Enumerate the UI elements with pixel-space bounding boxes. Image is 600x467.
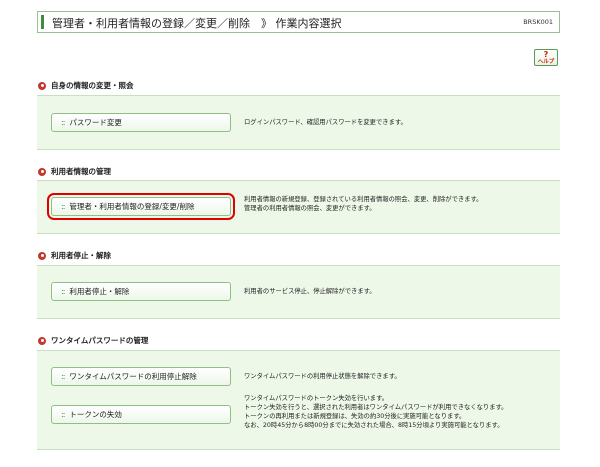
description-line: ワンタイムパスワードのトークン失効を行います。 [244,395,389,402]
page-title: 管理者・利用者情報の登録／変更／削除 》 作業内容選択 [52,17,342,30]
user-register-change-delete-button[interactable]: :: 管理者・利用者情報の登録/変更/削除 [47,193,235,220]
section-heading-user-management: 利用者情報の管理 [38,166,111,177]
help-icon: ? [543,50,549,59]
onetime-password-unlock-button[interactable]: :: ワンタイムパスワードの利用停止解除 [51,367,231,386]
section-panel-user-suspend: :: 利用者停止・解除 利用者のサービス停止、停止解除ができます。 [37,265,560,319]
section-heading-onetime-password: ワンタイムパスワードの管理 [38,335,148,346]
description-line: トークン失効を行うと、選択された利用者はワンタイムパスワードが利用できなくなりま… [244,404,508,411]
description-line: なお、20時45分から8時00分までに失効された場合、8時15分頃より実施可能と… [244,422,504,429]
section-bullet-icon [38,251,46,260]
section-bullet-icon [38,167,46,176]
section-panel-self-info: :: パスワード変更 ログインパスワード、確認用パスワードを変更できます。 [37,95,560,150]
description-line: ワンタイムパスワードの利用停止状態を解除できます。 [244,373,401,380]
item-description: 利用者情報の新規登録、登録されている利用者情報の照会、変更、削除ができます。 管… [244,195,482,213]
header-accent-bar [41,15,44,29]
section-panel-user-management: :: 管理者・利用者情報の登録/変更/削除 利用者情報の新規登録、登録されている… [37,180,560,234]
screen-code: BRSK001 [523,18,553,26]
section-heading-user-suspend: 利用者停止・解除 [38,250,111,261]
grip-icon: :: [61,202,66,211]
description-line: トークンの再利用または新規登録は、失効の約30分後に実施可能となります。 [244,413,466,420]
section-panel-onetime-password: :: ワンタイムパスワードの利用停止解除 ワンタイムパスワードの利用停止状態を解… [37,350,560,450]
password-change-button[interactable]: :: パスワード変更 [51,113,231,132]
description-line: 利用者情報の新規登録、登録されている利用者情報の照会、変更、削除ができます。 [244,196,483,203]
page-header: 管理者・利用者情報の登録／変更／削除 》 作業内容選択 BRSK001 [37,11,560,33]
button-label: ワンタイムパスワードの利用停止解除 [69,372,197,381]
section-heading-text: 利用者停止・解除 [51,251,111,260]
section-heading-text: 自身の情報の変更・照会 [51,81,134,90]
item-description: ログインパスワード、確認用パスワードを変更できます。 [244,118,407,127]
section-bullet-icon [38,336,46,345]
button-label: トークンの失効 [69,410,122,419]
item-description: ワンタイムパスワードのトークン失効を行います。 トークン失効を行うと、選択された… [244,394,507,430]
section-bullet-icon [38,81,46,90]
grip-icon: :: [61,372,66,381]
button-label: 利用者停止・解除 [69,287,130,296]
item-description: 利用者のサービス停止、停止解除ができます。 [244,287,376,296]
section-heading-self-info: 自身の情報の変更・照会 [38,80,134,91]
grip-icon: :: [61,410,66,419]
description-line: 利用者のサービス停止、停止解除ができます。 [244,288,376,295]
grip-icon: :: [61,118,66,127]
grip-icon: :: [61,287,66,296]
section-heading-text: 利用者情報の管理 [51,167,111,176]
help-button[interactable]: ? ヘルプ [534,49,558,66]
user-suspend-resume-button[interactable]: :: 利用者停止・解除 [51,282,231,301]
section-heading-text: ワンタイムパスワードの管理 [51,336,149,345]
button-label: パスワード変更 [69,118,122,127]
item-description: ワンタイムパスワードの利用停止状態を解除できます。 [244,372,401,381]
description-line: ログインパスワード、確認用パスワードを変更できます。 [244,119,407,126]
help-label: ヘルプ [537,59,555,65]
button-label: 管理者・利用者情報の登録/変更/削除 [69,202,195,211]
token-revoke-button[interactable]: :: トークンの失効 [51,405,231,424]
description-line: 管理者の利用者情報の照会、変更ができます。 [244,205,376,212]
